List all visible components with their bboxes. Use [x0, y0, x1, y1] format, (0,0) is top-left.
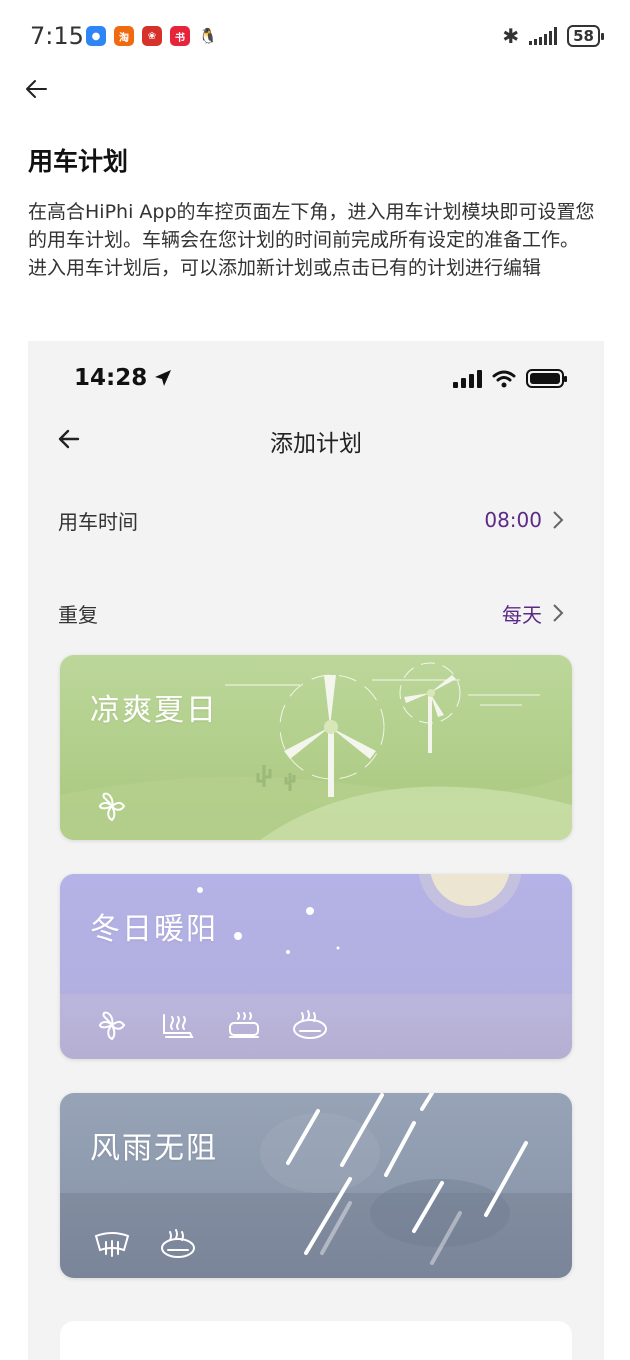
status-time: 7:15 — [30, 22, 84, 50]
back-arrow-icon[interactable] — [22, 76, 50, 102]
plan-card-summer[interactable]: 凉爽夏日 — [60, 655, 572, 840]
plan-card-winter[interactable]: 冬日暖阳 — [60, 874, 572, 1059]
steering-heat-icon — [293, 1010, 327, 1039]
inner-page-title: 添加计划 — [270, 431, 362, 457]
summer-scene — [60, 655, 572, 840]
plan-card-name: 冬日暖阳 — [90, 912, 218, 947]
qq-icon: 🐧 — [198, 27, 218, 45]
taobao-icon: 淘 — [114, 26, 134, 46]
wifi-icon — [492, 370, 516, 387]
ios-signal-icon — [453, 369, 482, 388]
repeat-row[interactable]: 重复 每天 — [58, 593, 564, 633]
message-icon: ● — [86, 26, 106, 46]
signal-icon — [529, 27, 558, 45]
use-time-label: 用车时间 — [58, 509, 138, 534]
status-bar: 7:15 ● 淘 ❀ 书 🐧 ✱ 58 — [0, 0, 630, 72]
page-title: 用车计划 — [28, 147, 129, 176]
repeat-label: 重复 — [58, 602, 98, 627]
fan-icon — [98, 792, 126, 822]
steering-heat-icon — [161, 1229, 195, 1258]
use-time-value: 08:00 — [484, 508, 542, 532]
plan-card-name: 凉爽夏日 — [90, 693, 218, 728]
seat-vent-icon — [229, 1012, 259, 1038]
flower-app-icon: ❀ — [142, 26, 162, 46]
plan-card-partial[interactable] — [60, 1321, 572, 1360]
battery-icon: 58 — [567, 25, 604, 47]
fan-icon — [98, 1011, 126, 1041]
rear-defrost-icon — [94, 1232, 130, 1257]
plan-card-name: 风雨无阻 — [90, 1131, 218, 1166]
seat-heat-icon — [163, 1014, 194, 1038]
repeat-value: 每天 — [502, 602, 542, 627]
bluetooth-icon: ✱ — [502, 24, 520, 48]
use-time-row[interactable]: 用车时间 08:00 — [58, 500, 564, 540]
ios-status-time: 14:28 — [74, 365, 173, 391]
ios-time-text: 14:28 — [74, 365, 148, 391]
plan-card-rain[interactable]: 风雨无阻 — [60, 1093, 572, 1278]
notification-icons: ● 淘 ❀ 书 🐧 — [86, 26, 218, 46]
page-description: 在高合HiPhi App的车控页面左下角，进入用车计划模块即可设置您的用车计划。… — [28, 198, 608, 282]
location-arrow-icon — [155, 370, 172, 386]
ios-battery-icon — [526, 369, 567, 388]
xiaohongshu-icon: 书 — [170, 26, 190, 46]
chevron-right-icon — [553, 511, 564, 529]
description-paragraph: 进入用车计划后，可以添加新计划或点击已有的计划进行编辑 — [28, 257, 542, 279]
chevron-right-icon — [553, 604, 564, 622]
description-paragraph: 在高合HiPhi App的车控页面左下角，进入用车计划模块即可设置您的用车计划。… — [28, 201, 595, 251]
app-screenshot: 14:28 添加计划 用车时间 08:00 重复 每天 凉爽夏日 冬日暖阳 风雨… — [28, 341, 604, 1360]
